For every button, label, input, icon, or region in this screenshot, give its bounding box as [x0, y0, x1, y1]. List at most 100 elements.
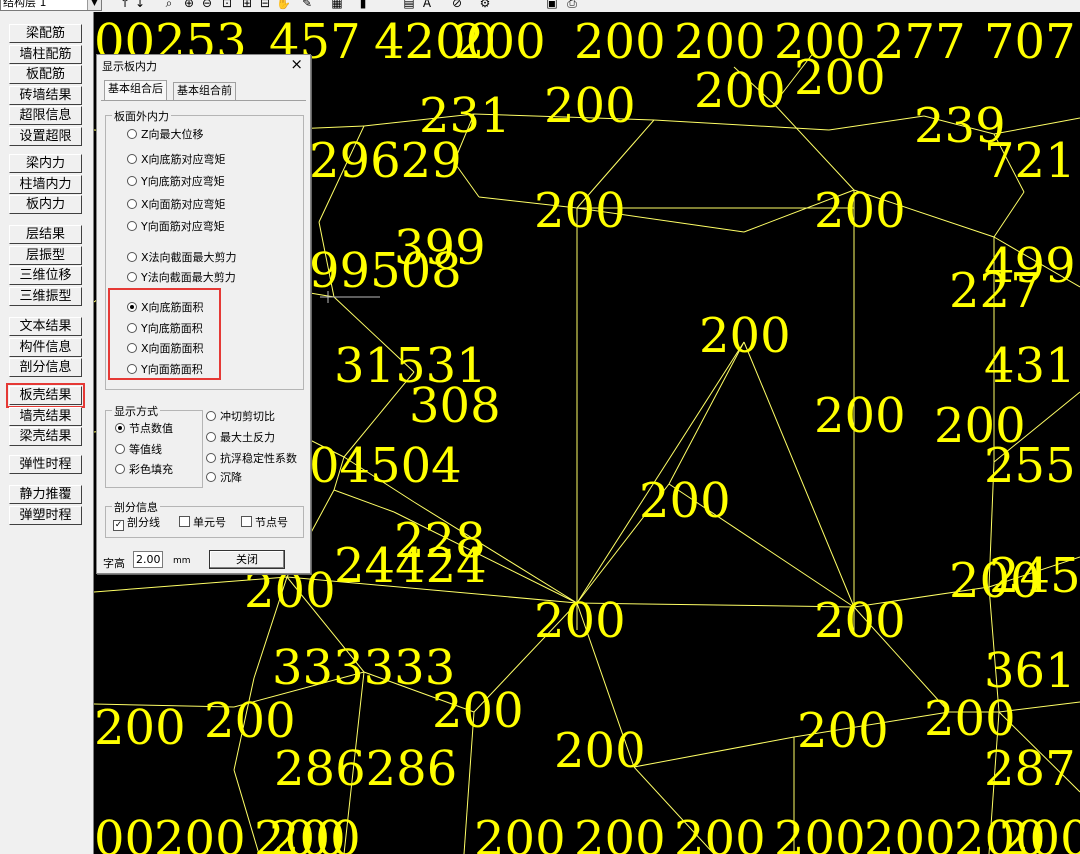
node-value-label: 200: [699, 308, 791, 364]
radio-dot-icon: [115, 464, 125, 474]
force-option-label: X向底筋对应弯矩: [141, 153, 226, 166]
extra-result-radio[interactable]: 沉降: [206, 471, 242, 485]
tab-before-combination[interactable]: 基本组合前: [173, 82, 236, 100]
menu-button[interactable]: 层振型: [9, 245, 82, 265]
menu-button[interactable]: 静力推覆: [9, 485, 82, 504]
dialog-title: 显示板内力: [102, 60, 157, 73]
node-value-label: 200: [544, 78, 636, 134]
menu-button[interactable]: 墙柱配筋: [9, 44, 82, 64]
pan-icon[interactable]: ✋: [276, 0, 291, 10]
force-option-radio[interactable]: X法向截面最大剪力: [127, 251, 237, 265]
menu-button[interactable]: 弹性时程: [9, 455, 82, 474]
left-command-panel: 梁配筋 墙柱配筋 板配筋 砖墙结果 超限信息 设置超限 梁内力 柱墙内力 板内力 层结果 层振型 三维…: [0, 12, 94, 854]
display-mode-option-label: 节点数值: [129, 422, 173, 435]
display-mode-radio[interactable]: 节点数值: [115, 422, 173, 436]
node-value-label: 245: [989, 548, 1080, 604]
layer-icon[interactable]: ▦: [330, 0, 344, 10]
radio-dot-icon: [127, 154, 137, 164]
extra-result-radio[interactable]: 抗浮稳定性系数: [206, 452, 297, 466]
menu-button[interactable]: 板内力: [9, 195, 82, 214]
mesh-info-checkbox[interactable]: 单元号: [179, 516, 226, 530]
display-mode-radio[interactable]: 彩色填充: [115, 463, 173, 477]
zoom-out-icon[interactable]: ⊖: [200, 0, 214, 10]
zoom-previous-icon[interactable]: ⊟: [258, 0, 272, 10]
mesh-info-checkbox[interactable]: ✓ 剖分线: [113, 516, 160, 531]
menu-button[interactable]: 三维振型: [9, 286, 82, 306]
selection-highlight: [108, 288, 221, 380]
radio-dot-icon: [206, 453, 216, 463]
extra-result-radio[interactable]: 最大土反力: [206, 431, 275, 445]
edit-icon[interactable]: ✎: [300, 0, 314, 10]
force-option-radio[interactable]: X向面筋对应弯矩: [127, 198, 226, 212]
menu-button[interactable]: 剖分信息: [9, 358, 82, 377]
close-button[interactable]: 关闭: [209, 550, 285, 569]
menu-button[interactable]: 梁配筋: [9, 24, 82, 43]
layer-select[interactable]: 结构层 1 ▼: [0, 0, 102, 11]
chart-icon[interactable]: ▮: [356, 0, 370, 10]
extra-result-radio[interactable]: 冲切剪切比: [206, 410, 275, 424]
radio-dot-icon: [127, 129, 137, 139]
force-option-radio[interactable]: X向底筋对应弯矩: [127, 153, 226, 167]
node-value-label: 308: [409, 378, 501, 434]
force-option-radio[interactable]: Y向面筋对应弯矩: [127, 220, 225, 234]
arrow-up-icon[interactable]: ↑: [118, 0, 132, 10]
menu-button[interactable]: 梁内力: [9, 154, 82, 173]
menu-button[interactable]: 构件信息: [9, 337, 82, 357]
menu-button[interactable]: 设置超限: [9, 126, 82, 146]
tab-after-combination[interactable]: 基本组合后: [104, 80, 167, 100]
menu-button[interactable]: 超限信息: [9, 106, 82, 125]
force-option-radio[interactable]: Z向最大位移: [127, 128, 204, 142]
radio-dot-icon: [127, 272, 137, 282]
node-value-label: 200: [814, 388, 906, 444]
mesh-info-label: 节点号: [255, 516, 288, 529]
chevron-down-icon[interactable]: ▼: [87, 0, 101, 10]
arrow-down-icon[interactable]: ↓: [133, 0, 147, 10]
node-value-label: 200: [864, 811, 956, 854]
menu-button[interactable]: 三维位移: [9, 266, 82, 285]
menu-button[interactable]: 梁壳结果: [9, 427, 82, 446]
node-value-label: 29629: [309, 133, 462, 189]
node-value-label: 200: [674, 14, 766, 70]
menu-button[interactable]: 弹塑时程: [9, 505, 82, 525]
display-mode-radio[interactable]: 等值线: [115, 443, 162, 457]
menu-button[interactable]: 层结果: [9, 225, 82, 244]
font-height-input[interactable]: 2.00: [133, 551, 163, 568]
menu-button[interactable]: 砖墙结果: [9, 85, 82, 105]
mesh-info-label: 剖分线: [127, 516, 160, 529]
node-value-label: 200: [534, 183, 626, 239]
node-value-label: 00: [94, 811, 155, 854]
node-value-label: 200: [639, 473, 731, 529]
tab-divider: [101, 100, 306, 101]
menu-button[interactable]: 板壳结果: [6, 383, 85, 408]
node-value-label: 200: [924, 691, 1016, 747]
save-icon[interactable]: ▣: [545, 0, 559, 10]
menu-button[interactable]: 文本结果: [9, 317, 82, 336]
zoom-in-icon[interactable]: ⊕: [182, 0, 196, 10]
node-value-label: 200: [999, 811, 1080, 854]
zoom-window-icon[interactable]: ⊡: [220, 0, 234, 10]
force-option-label: Y法向截面最大剪力: [141, 271, 236, 284]
clear-icon[interactable]: ⊘: [450, 0, 464, 10]
zoom-all-icon[interactable]: ⊞: [240, 0, 254, 10]
menu-button[interactable]: 墙壳结果: [9, 406, 82, 426]
node-value-label: 286286: [274, 741, 457, 797]
menu-button[interactable]: 板配筋: [9, 65, 82, 84]
force-option-radio[interactable]: Y法向截面最大剪力: [127, 271, 236, 285]
node-value-label: 707: [984, 14, 1076, 70]
node-value-label: 399: [394, 220, 486, 276]
force-option-radio[interactable]: Y向底筋对应弯矩: [127, 175, 225, 189]
print-icon[interactable]: ⎙: [565, 0, 579, 10]
zoom-icon[interactable]: ⌕: [162, 0, 176, 10]
close-icon[interactable]: ×: [290, 55, 303, 73]
node-value-label: 200: [574, 14, 666, 70]
radio-dot-icon: [127, 252, 137, 262]
grid-icon[interactable]: ▤: [402, 0, 416, 10]
menu-button[interactable]: 柱墙内力: [9, 174, 82, 194]
node-value-label: 200: [534, 593, 626, 649]
settings-icon[interactable]: ⚙: [478, 0, 492, 10]
extra-result-label: 沉降: [220, 471, 242, 484]
mesh-info-checkbox[interactable]: 节点号: [241, 516, 288, 530]
node-value-label: 200: [794, 50, 886, 106]
node-value-label: 200: [269, 811, 361, 854]
text-icon[interactable]: A: [420, 0, 434, 10]
